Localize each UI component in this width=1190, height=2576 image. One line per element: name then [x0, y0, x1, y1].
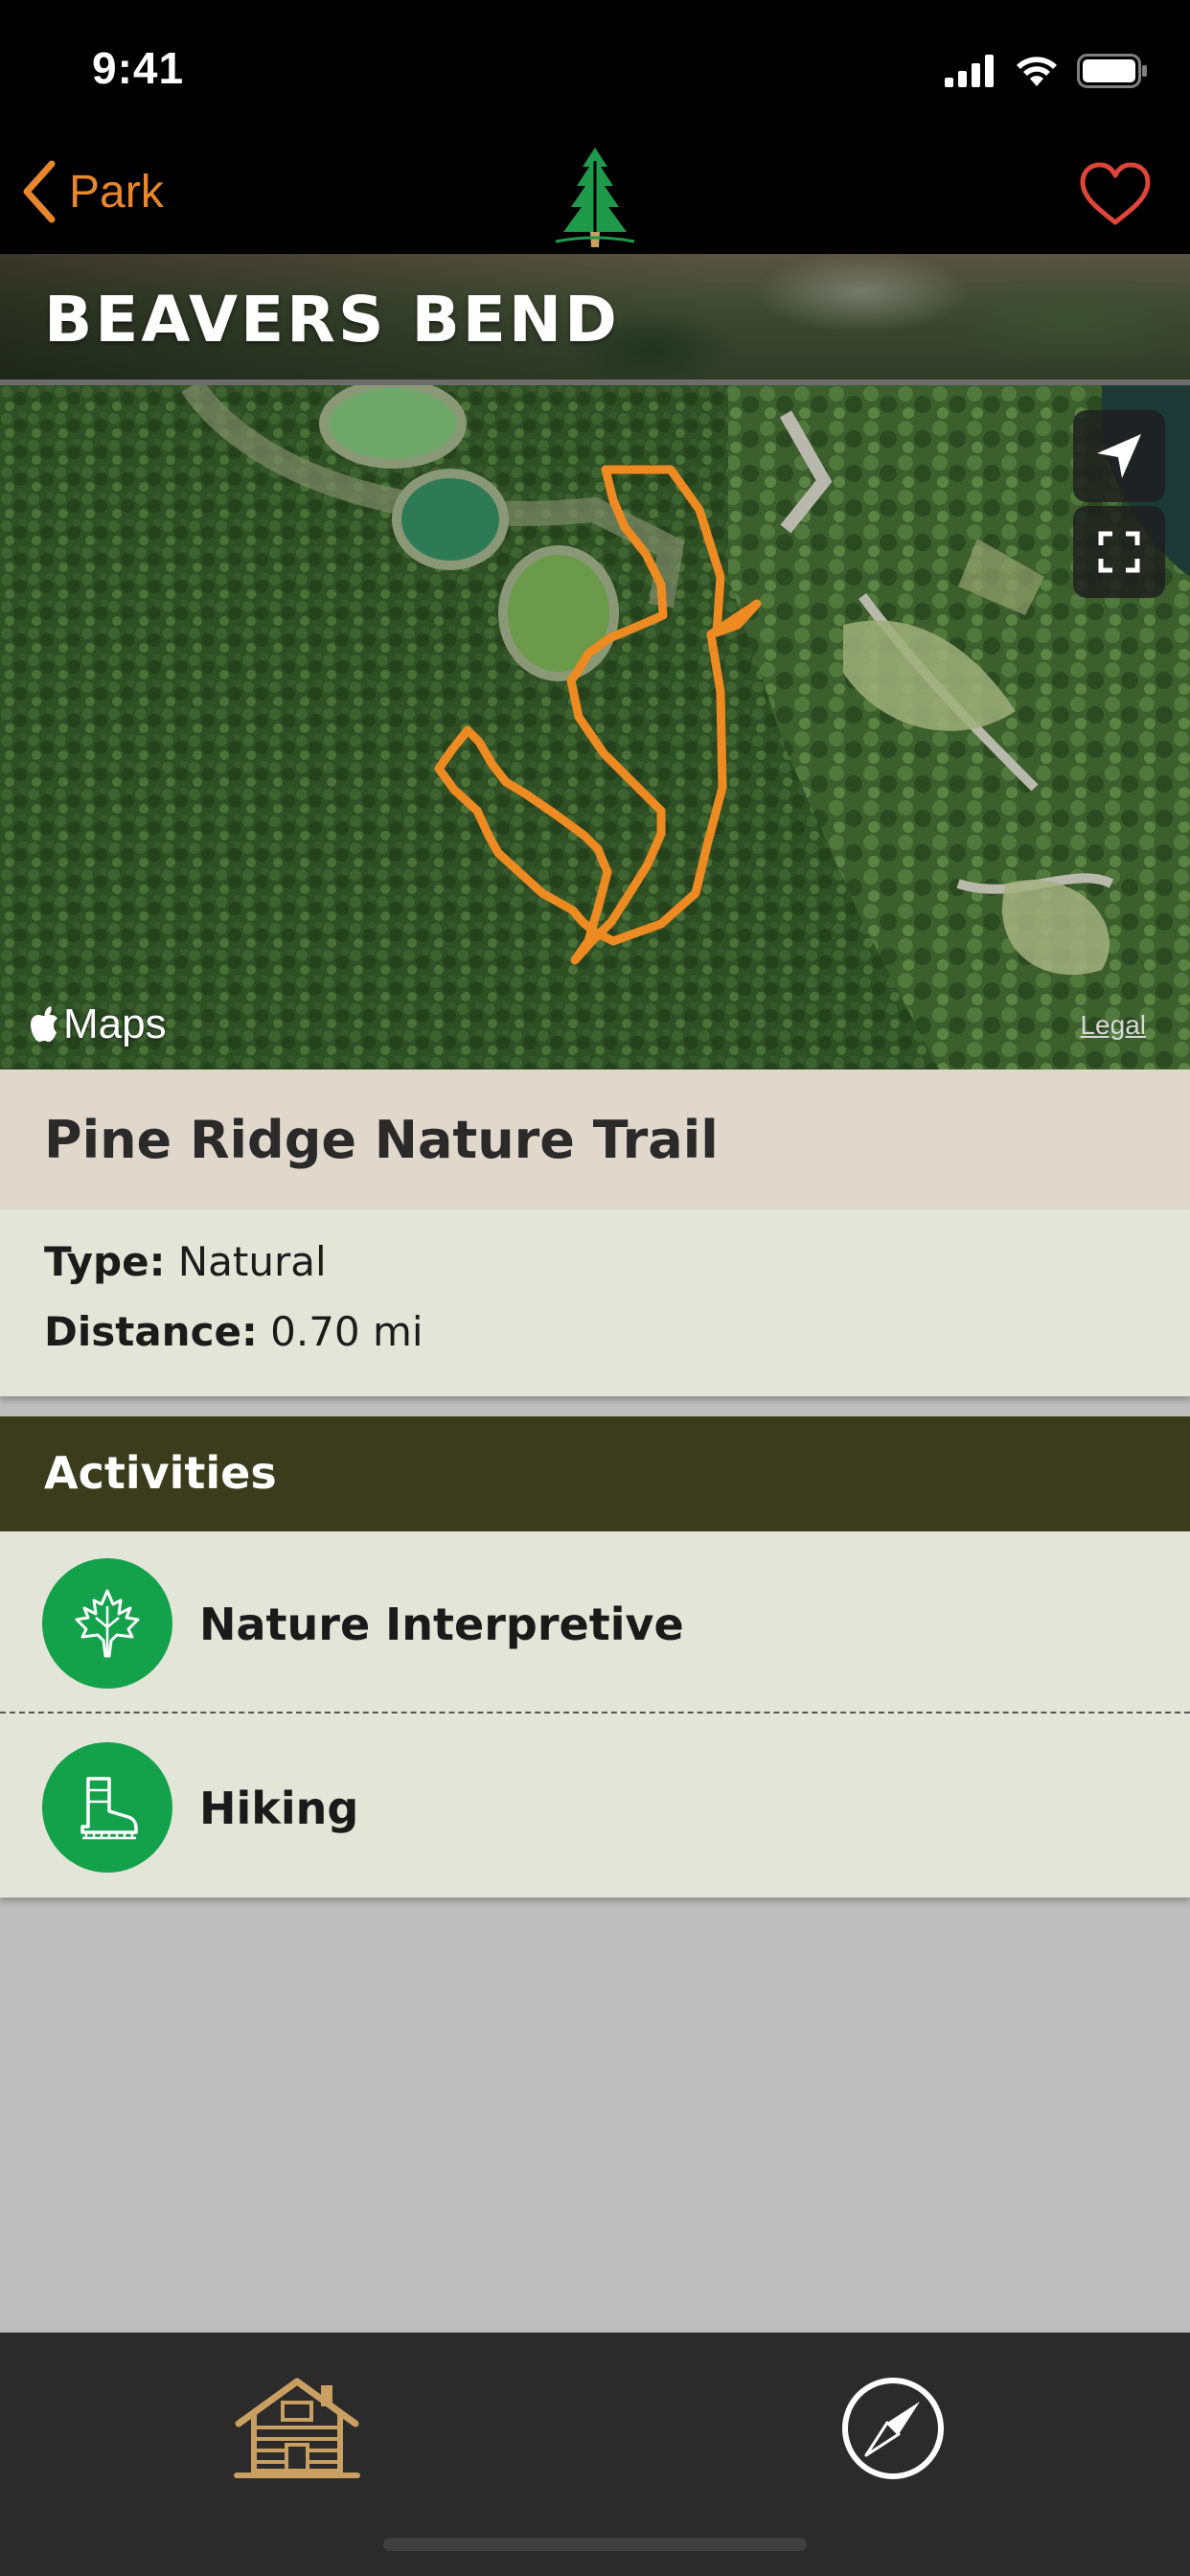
activities-title: Activities: [44, 1447, 277, 1499]
activity-item-nature-interpretive[interactable]: Nature Interpretive: [0, 1531, 1190, 1714]
hiking-boot-icon: [80, 1777, 138, 1840]
activities-header: Activities: [0, 1416, 1190, 1531]
pine-tree-logo: [555, 148, 635, 247]
expand-icon: [1098, 531, 1140, 573]
legal-link[interactable]: Legal: [1080, 1010, 1146, 1041]
maps-label: Maps: [63, 1000, 167, 1047]
apple-maps-attribution: Maps: [29, 1000, 167, 1048]
distance-label: Distance:: [44, 1308, 258, 1355]
back-label: Park: [69, 166, 164, 218]
cabin-icon: [234, 2378, 360, 2478]
compass-icon: [842, 2378, 944, 2479]
favorite-heart-icon[interactable]: [1079, 161, 1152, 228]
locate-me-button[interactable]: [1073, 410, 1165, 502]
trail-distance-row: Distance: 0.70 mi: [44, 1308, 423, 1355]
distance-value: 0.70 mi: [270, 1308, 423, 1355]
activity-icon-badge: [42, 1558, 172, 1689]
park-banner: BEAVERS BEND: [0, 254, 1190, 383]
battery-icon: [1077, 54, 1147, 88]
park-title: BEAVERS BEND: [44, 283, 620, 356]
fullscreen-button[interactable]: [1073, 506, 1165, 598]
type-label: Type:: [44, 1238, 166, 1285]
navigation-bar: Park: [0, 144, 1190, 254]
signal-icon: [945, 55, 994, 87]
trail-header: Pine Ridge Nature Trail: [0, 1070, 1190, 1209]
wifi-icon: [1017, 57, 1057, 86]
chevron-left-icon: [23, 160, 56, 223]
tab-explore[interactable]: [826, 2361, 960, 2496]
type-value: Natural: [177, 1238, 327, 1285]
trail-map[interactable]: Maps Legal: [0, 385, 1190, 1070]
home-indicator: [383, 2538, 807, 2551]
status-time: 9:41: [92, 43, 185, 93]
tab-home[interactable]: [230, 2361, 364, 2496]
status-bar: 9:41: [0, 0, 1190, 144]
activity-icon-badge: [42, 1742, 172, 1873]
trail-name: Pine Ridge Nature Trail: [44, 1110, 719, 1170]
location-arrow-icon: [1097, 434, 1141, 478]
activity-item-hiking[interactable]: Hiking: [0, 1715, 1190, 1898]
apple-logo-icon: [31, 1006, 57, 1042]
maple-leaf-icon: [75, 1589, 140, 1658]
trail-details: Type: Natural Distance: 0.70 mi: [0, 1209, 1190, 1396]
activities-list: Nature Interpretive Hiking: [0, 1531, 1190, 1898]
activity-label: Nature Interpretive: [199, 1598, 684, 1650]
trail-type-row: Type: Natural: [44, 1238, 327, 1285]
satellite-imagery: [0, 385, 1190, 1070]
back-button[interactable]: Park: [19, 153, 164, 230]
activity-label: Hiking: [199, 1782, 359, 1834]
status-icons: [945, 50, 1148, 92]
